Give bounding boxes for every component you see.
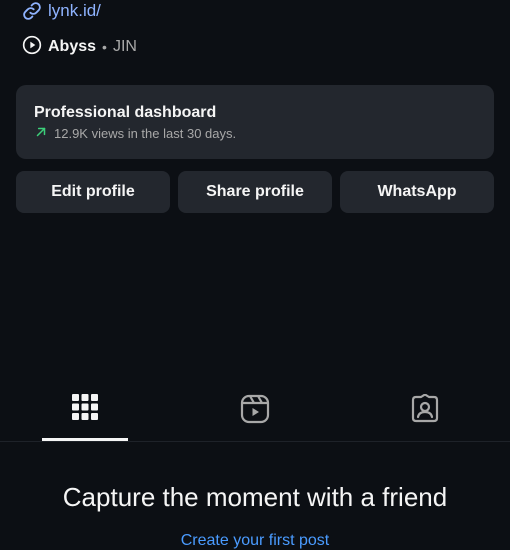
reels-icon [240,394,270,429]
share-profile-button[interactable]: Share profile [178,171,332,213]
profile-actions: Edit profile Share profile WhatsApp [16,171,494,213]
music-separator: • [102,39,107,55]
music-artist: JIN [112,38,137,55]
play-icon [22,35,42,60]
professional-dashboard-card[interactable]: Professional dashboard 12.9K views in th… [16,85,494,159]
dashboard-title: Professional dashboard [34,104,217,121]
music-title: Abyss [48,38,97,55]
bio-link[interactable]: lynk.id/ [22,0,101,22]
bio-link-text[interactable]: lynk.id/ [48,1,101,21]
trend-up-arrow-icon [34,125,48,142]
profile-music[interactable]: Abyss • JIN [22,35,137,60]
tab-reels[interactable] [170,388,340,442]
tab-divider [0,441,510,442]
link-icon [22,1,42,21]
edit-profile-button[interactable]: Edit profile [16,171,170,213]
tab-grid[interactable] [0,388,170,442]
profile-tabs [0,388,510,442]
whatsapp-button[interactable]: WhatsApp [340,171,494,213]
create-first-post-link[interactable]: Create your first post [0,532,510,550]
grid-icon [72,394,98,425]
active-tab-indicator [42,438,128,441]
dashboard-subtitle: 12.9K views in the last 30 days. [54,126,237,141]
dashboard-stats: 12.9K views in the last 30 days. [34,125,476,142]
empty-state-title: Capture the moment with a friend [62,482,448,512]
tagged-icon [410,393,440,429]
tab-tagged[interactable] [340,388,510,442]
